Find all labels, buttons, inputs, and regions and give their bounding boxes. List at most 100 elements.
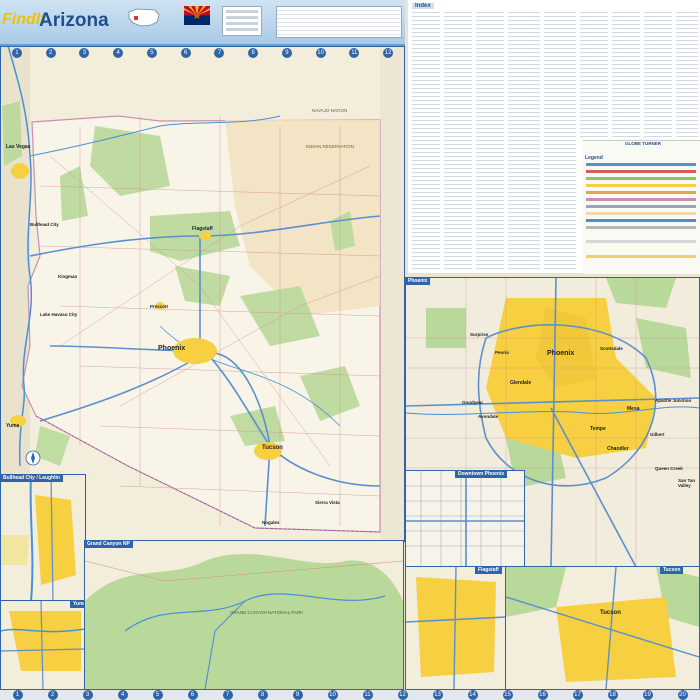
grid-number: 7: [214, 48, 225, 58]
city-label-las-vegas: Las Vegas: [6, 144, 31, 150]
grand-canyon-inset-map[interactable]: [84, 540, 404, 690]
grid-number: 11: [362, 690, 373, 700]
inset-city-mesa: Mesa: [627, 406, 640, 412]
grid-number: 10: [315, 48, 326, 58]
region-label-reservation: INDIAN RESERVATION: [306, 144, 355, 149]
city-label-bullhead: Bullhead City: [30, 222, 59, 227]
index-column: [508, 10, 540, 272]
index-column: [612, 10, 640, 138]
grid-number: 15: [502, 690, 513, 700]
inset-city-glendale: Glendale: [510, 380, 532, 386]
grid-number: 1: [11, 48, 22, 58]
legend-misc: [586, 255, 696, 258]
inset-city-apache-junction: Apache Junction: [655, 398, 692, 403]
inset-city-tucson: Tucson: [600, 610, 621, 616]
grid-number: 10: [327, 690, 338, 700]
map-title: Arizona: [39, 10, 109, 31]
inset-city-peoria: Peoria: [495, 350, 509, 355]
bullhead-inset-map[interactable]: [0, 474, 86, 602]
grid-number: 4: [113, 48, 124, 58]
region-label-grand-canyon: GRAND CANYON NATIONAL PARK: [230, 610, 304, 615]
legend-rail: [586, 205, 696, 208]
city-label-lake-havasu: Lake Havasu City: [40, 312, 78, 317]
city-label-phoenix: Phoenix: [158, 345, 186, 352]
index-column: [444, 10, 472, 272]
flagstaff-inset-map[interactable]: [405, 566, 507, 690]
index-column: [412, 10, 440, 272]
legend-title: Legend: [585, 155, 603, 161]
main-state-map[interactable]: [0, 46, 405, 542]
inset-city-tempe: Tempe: [590, 426, 606, 432]
grid-number: 2: [47, 690, 58, 700]
legend-boundary: [586, 198, 696, 201]
legend-misc: [586, 240, 696, 243]
legend-water: [586, 219, 696, 222]
inset-city-phoenix: Phoenix: [547, 350, 575, 357]
grid-number: 20: [677, 690, 688, 700]
us-locator-map: [128, 8, 160, 27]
index-column: [580, 10, 608, 138]
grid-number: 6: [180, 48, 191, 58]
grid-number: 18: [607, 690, 618, 700]
grid-number: 8: [257, 690, 268, 700]
downtown-phoenix-inset-title: Downtown Phoenix: [455, 470, 508, 478]
yuma-inset-map[interactable]: [0, 600, 86, 690]
city-label-flagstaff: Flagstaff: [192, 226, 213, 232]
city-label-sierra-vista: Sierra Vista: [315, 500, 340, 505]
index-column: [476, 10, 504, 272]
header-info-table: [276, 6, 402, 38]
legend-interstate: [586, 163, 696, 166]
inset-city-san-tan-valley: San Tan Valley: [678, 478, 696, 488]
flagstaff-inset-title: Flagstaff: [475, 566, 502, 574]
grid-number: 9: [281, 48, 292, 58]
region-label-navajo: NAVAJO NATION: [312, 108, 348, 113]
inset-city-scottsdale: Scottsdale: [600, 346, 623, 351]
city-label-kingman: Kingman: [58, 274, 78, 279]
index-title: Index: [412, 3, 434, 9]
grid-number: 3: [82, 690, 93, 700]
grid-number: 12: [383, 48, 394, 58]
city-label-nogales: Nogales: [262, 520, 280, 525]
grid-number: 12: [397, 690, 408, 700]
grid-number: 2: [45, 48, 56, 58]
tucson-inset-title: Tucson: [660, 566, 684, 574]
index-column: [644, 10, 672, 138]
grid-reference-bottom: 1 2 3 4 5 6 7 8 9 10 11 12 13 14 15 16 17 18 19 20: [0, 690, 700, 700]
inset-city-goodyear: Goodyear: [462, 400, 484, 405]
grid-number: 19: [642, 690, 653, 700]
grid-number: 8: [248, 48, 259, 58]
downtown-phoenix-inset-map[interactable]: [405, 470, 525, 568]
grid-number: 1: [12, 690, 23, 700]
phoenix-inset-title: Phoenix: [405, 277, 431, 285]
grid-number: 5: [152, 690, 163, 700]
grid-number: 4: [117, 690, 128, 700]
tucson-inset-map[interactable]: [505, 566, 700, 690]
grid-number: 13: [432, 690, 443, 700]
grand-canyon-inset-title: Grand Canyon NP: [84, 540, 133, 548]
grid-number: 11: [349, 48, 360, 58]
grid-number: 16: [537, 690, 548, 700]
grid-number: 3: [79, 48, 90, 58]
legend-urban: [586, 184, 696, 187]
city-label-tucson: Tucson: [262, 445, 283, 451]
grid-number: 7: [222, 690, 233, 700]
city-label-yuma: Yuma: [6, 423, 20, 429]
grid-number: 6: [187, 690, 198, 700]
grid-number: 9: [292, 690, 303, 700]
publisher-brand: GLOBE TURNER: [625, 141, 661, 146]
inset-city-chandler: Chandler: [607, 446, 629, 452]
index-column: [676, 10, 698, 138]
inset-city-surprise: Surprise: [470, 332, 489, 337]
inset-city-avondale: Avondale: [478, 414, 499, 419]
legend-park: [586, 177, 696, 180]
city-label-prescott: Prescott: [150, 304, 169, 309]
bullhead-inset-title: Bullhead City / Laughlin: [0, 474, 63, 482]
grid-number: 5: [146, 48, 157, 58]
arizona-flag-icon: [184, 6, 210, 25]
grid-number: 14: [467, 690, 478, 700]
header-legend: [222, 6, 262, 36]
grid-reference-top: 1 2 3 4 5 6 7 8 9 10 11 12: [0, 46, 405, 60]
inset-city-queen-creek: Queen Creek: [655, 466, 683, 471]
index-column: [544, 10, 576, 272]
legend-road: [586, 191, 696, 194]
